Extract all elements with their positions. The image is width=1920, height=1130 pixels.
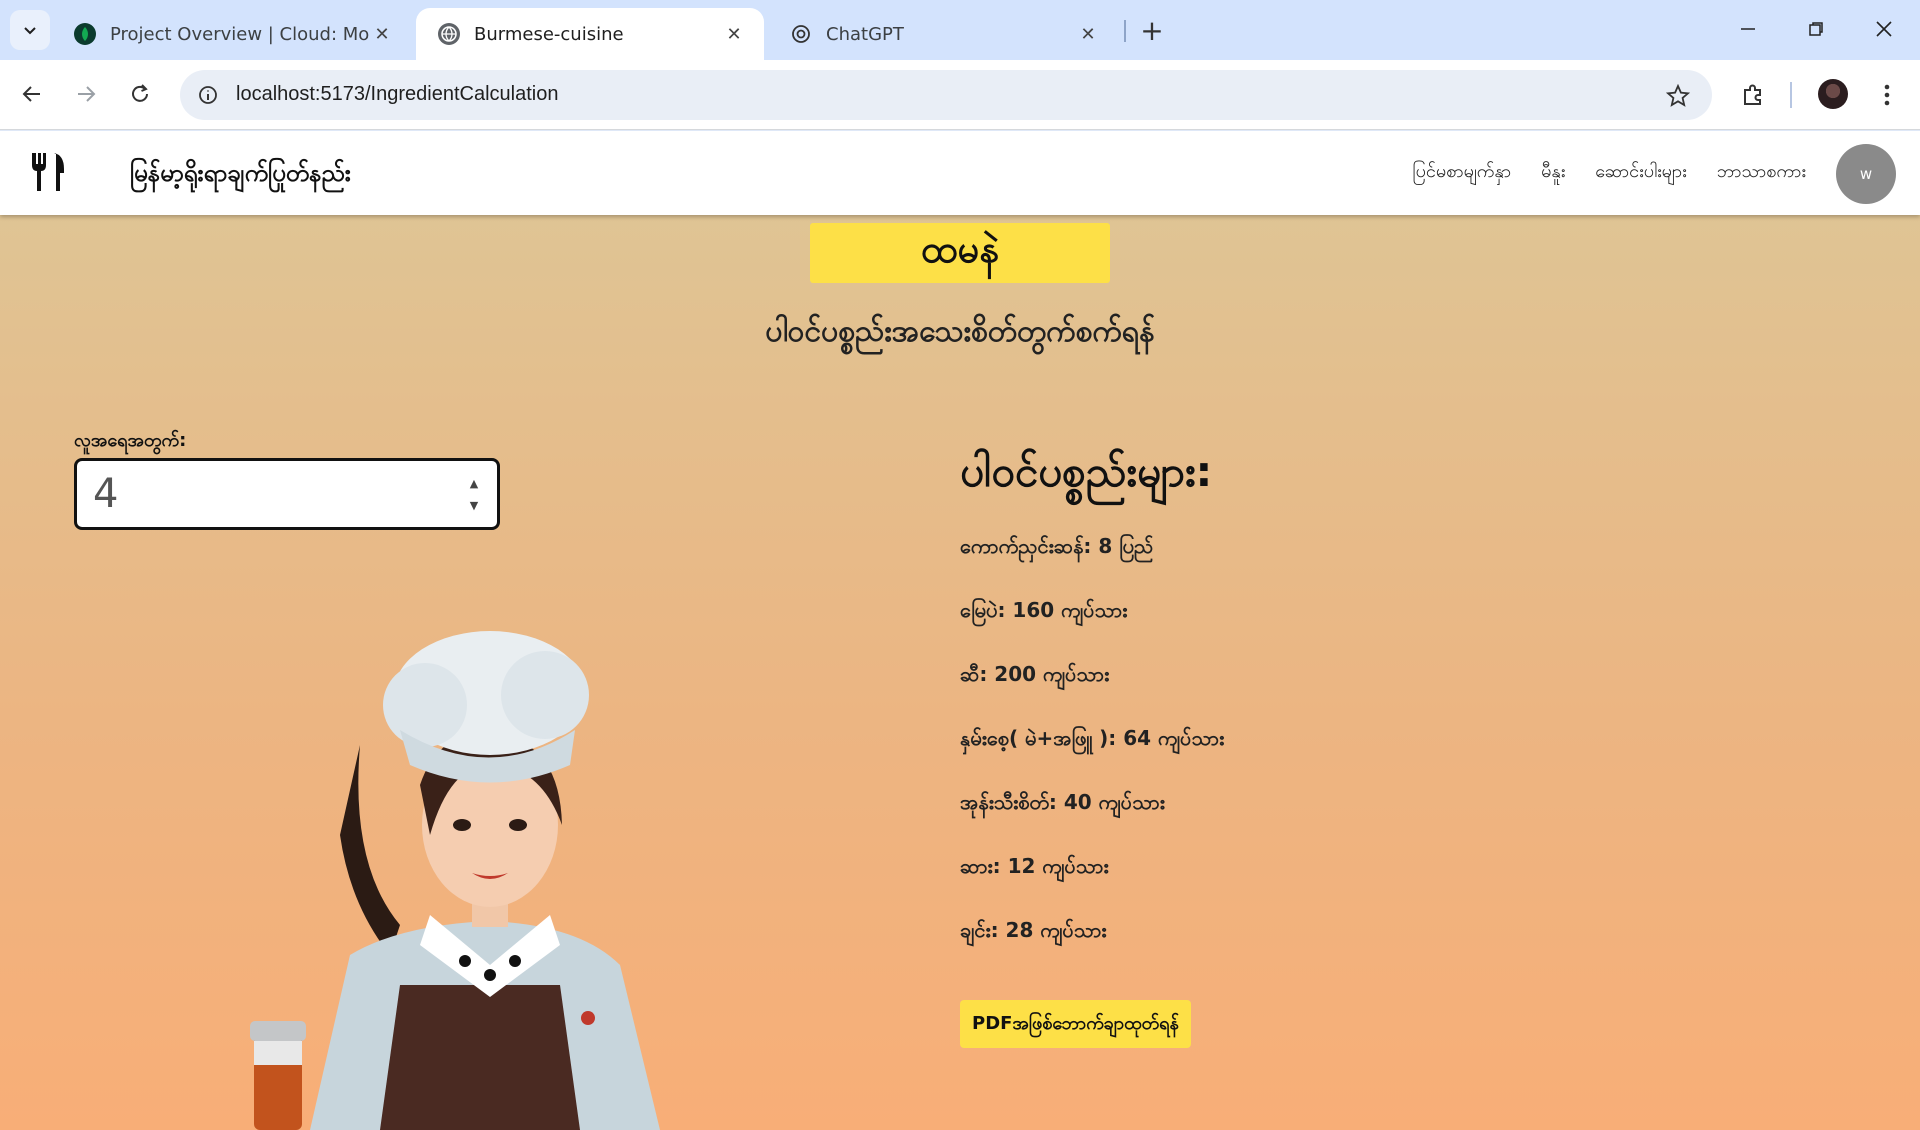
arrow-right-icon [78, 86, 96, 102]
ingredients-title: ပါဝင်ပစ္စည်းများ: [960, 447, 1213, 496]
nav-menu[interactable]: မီနူး [1541, 159, 1565, 186]
spinner-up-icon[interactable]: ▲ [470, 475, 478, 493]
brand-title[interactable]: မြန်မာ့ရိုးရာချက်ပြုတ်နည်း [130, 157, 351, 193]
tab-title: Project Overview | Cloud: Mong [110, 23, 370, 45]
restore-button[interactable] [1782, 0, 1850, 58]
spinner-down-icon[interactable]: ▼ [470, 497, 478, 515]
puzzle-icon [1744, 84, 1761, 105]
page-viewport: မြန်မာ့ရိုးရာချက်ပြုတ်နည်း ပြင်မစာမျက်နှ… [0, 131, 1920, 1130]
mongodb-leaf-icon [74, 23, 96, 45]
new-tab-button[interactable]: + [1136, 14, 1168, 47]
toolbar-divider [1790, 82, 1792, 108]
people-count-field[interactable]: ▲ ▼ [74, 458, 500, 530]
ingredient-item: အုန်းသီးစိတ်: 40 ကျပ်သား [960, 790, 1165, 814]
nav-home[interactable]: ပြင်မစာမျက်နှာ [1413, 159, 1512, 186]
chef-illustration [250, 631, 660, 1130]
profile-avatar[interactable] [1818, 79, 1848, 109]
browser-tabstrip: Project Overview | Cloud: Mong ✕ Burmese… [0, 0, 1920, 60]
nav-articles[interactable]: ဆောင်းပါးများ [1595, 159, 1686, 186]
browser-menu-button[interactable] [1870, 78, 1904, 112]
address-bar[interactable]: localhost:5173/IngredientCalculation [180, 70, 1712, 120]
main-nav: ပြင်မစာမျက်နှာ မီနူး ဆောင်းပါးများ ဘာသာစ… [1413, 159, 1806, 186]
user-avatar[interactable]: w [1836, 144, 1896, 204]
page-subtitle: ပါဝင်ပစ္စည်းအသေးစိတ်တွက်စက်ရန် [765, 314, 1155, 349]
arrow-left-icon [22, 86, 40, 102]
app-header: မြန်မာ့ရိုးရာချက်ပြုတ်နည်း ပြင်မစာမျက်နှ… [0, 131, 1920, 215]
forward-button[interactable] [66, 74, 106, 114]
bookmark-star-icon[interactable] [1664, 82, 1692, 110]
number-spinner[interactable]: ▲ ▼ [463, 475, 485, 515]
people-count-input[interactable] [93, 469, 423, 519]
browser-toolbar: localhost:5173/IngredientCalculation [0, 60, 1920, 130]
more-vertical-icon [1884, 84, 1890, 106]
ingredient-calculator: ထမနဲ ပါဝင်ပစ္စည်းအသေးစိတ်တွက်စက်ရန် လူအရ… [0, 215, 1920, 1130]
nav-language[interactable]: ဘာသာစကား [1717, 159, 1806, 186]
people-count-label: လူအရေအတွက်: [74, 430, 187, 451]
minimize-button[interactable] [1714, 0, 1782, 58]
chatgpt-icon [790, 23, 812, 45]
ingredient-item: ကောက်ညှင်းဆန်: 8 ပြည် [960, 534, 1154, 558]
close-icon[interactable]: ✕ [722, 22, 746, 46]
tab-chatgpt[interactable]: ChatGPT ✕ [768, 8, 1118, 60]
fork-knife-icon[interactable] [30, 153, 66, 191]
globe-icon [438, 23, 460, 45]
dish-name-badge: ထမနဲ [810, 223, 1110, 283]
close-icon[interactable]: ✕ [1076, 22, 1100, 46]
reload-icon [132, 84, 148, 102]
close-window-button[interactable] [1850, 0, 1918, 58]
minimize-icon [1741, 28, 1755, 30]
reload-button[interactable] [120, 74, 160, 114]
ingredient-item: ချင်း: 28 ကျပ်သား [960, 918, 1107, 942]
tab-project-overview[interactable]: Project Overview | Cloud: Mong ✕ [52, 8, 412, 60]
extensions-button[interactable] [1736, 78, 1770, 112]
tab-separator [1124, 20, 1126, 42]
export-pdf-button[interactable]: PDFအဖြစ်ဘောက်ချာထုတ်ရန် [960, 1000, 1191, 1048]
tab-title: Burmese-cuisine [474, 23, 624, 45]
back-button[interactable] [12, 74, 52, 114]
url-text: localhost:5173/IngredientCalculation [236, 83, 559, 105]
ingredient-item: နှမ်းစေ့( မဲ+အဖြူ ): 64 ကျပ်သား [960, 726, 1225, 750]
restore-icon [1809, 22, 1823, 36]
ingredient-item: မြေပဲ: 160 ကျပ်သား [960, 598, 1128, 622]
ingredients-list: ကောက်ညှင်းဆန်: 8 ပြည် မြေပဲ: 160 ကျပ်သား… [960, 533, 1224, 981]
close-icon [1876, 21, 1892, 37]
ingredient-item: ဆီ: 200 ကျပ်သား [960, 662, 1110, 686]
close-icon[interactable]: ✕ [370, 22, 394, 46]
tab-burmese-cuisine[interactable]: Burmese-cuisine ✕ [416, 8, 764, 60]
chevron-down-icon [24, 27, 36, 35]
site-info-icon[interactable] [194, 81, 222, 109]
ingredient-item: ဆား: 12 ကျပ်သား [960, 854, 1109, 878]
tab-title: ChatGPT [826, 23, 904, 45]
tab-search-button[interactable] [10, 10, 50, 50]
